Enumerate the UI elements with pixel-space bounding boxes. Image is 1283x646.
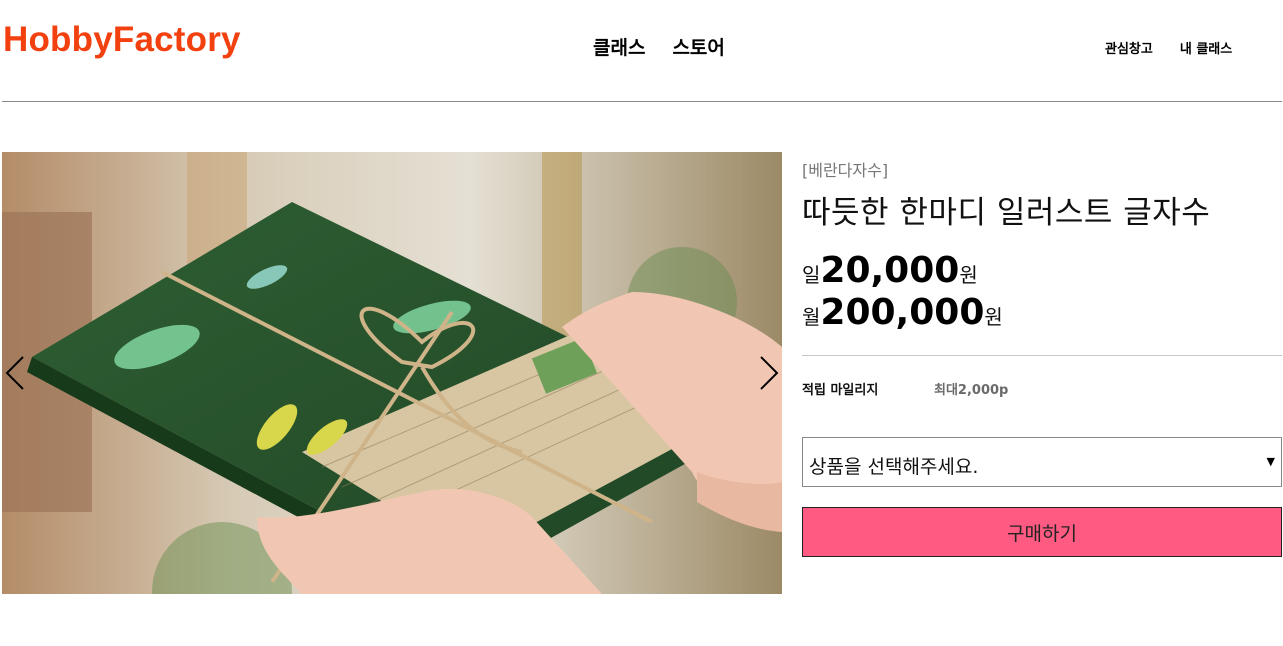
chevron-right-icon (760, 356, 779, 390)
price-daily: 일 20,000 원 (802, 250, 1282, 292)
header-divider (2, 101, 1282, 102)
product-image (2, 152, 782, 594)
nav-my-class[interactable]: 내 클래스 (1180, 38, 1232, 57)
option-select-placeholder: 상품을 선택해주세요. (809, 456, 979, 478)
main-nav: 클래스 스토어 (593, 33, 725, 60)
product-info: [베란다자수] 따듯한 한마디 일러스트 글자수 일 20,000 원 월 20… (802, 152, 1282, 557)
price-daily-unit: 일 (802, 263, 821, 287)
option-select[interactable]: 상품을 선택해주세요. ▼ (802, 437, 1282, 487)
mileage-value: 최대2,000p (934, 383, 1009, 398)
price-monthly-currency: 원 (984, 305, 1003, 329)
chevron-left-icon (5, 356, 24, 390)
site-logo[interactable]: HobbyFactory (3, 20, 241, 60)
gallery-next-button[interactable] (757, 355, 781, 391)
caret-down-icon: ▼ (1266, 455, 1275, 468)
nav-wishlist[interactable]: 관심창고 (1105, 38, 1153, 57)
nav-store[interactable]: 스토어 (672, 33, 724, 60)
buy-button[interactable]: 구매하기 (802, 507, 1282, 557)
mileage-label: 적립 마일리지 (802, 383, 879, 398)
product-brand[interactable]: [베란다자수] (802, 157, 1282, 181)
price-daily-currency: 원 (959, 263, 978, 287)
price-daily-value: 20,000 (820, 250, 960, 291)
utility-nav: 관심창고 내 클래스 (1105, 38, 1232, 57)
gallery-prev-button[interactable] (3, 355, 27, 391)
mileage-row: 적립 마일리지 최대2,000p (802, 379, 1282, 398)
price-monthly-unit: 월 (802, 305, 821, 329)
product-gallery (2, 152, 782, 594)
price-monthly: 월 200,000 원 (802, 292, 1282, 334)
nav-class[interactable]: 클래스 (593, 33, 645, 60)
site-header: HobbyFactory 클래스 스토어 관심창고 내 클래스 (0, 0, 1283, 102)
info-divider (802, 355, 1282, 356)
price-monthly-value: 200,000 (820, 292, 985, 333)
product-title: 따듯한 한마디 일러스트 글자수 (802, 195, 1211, 231)
